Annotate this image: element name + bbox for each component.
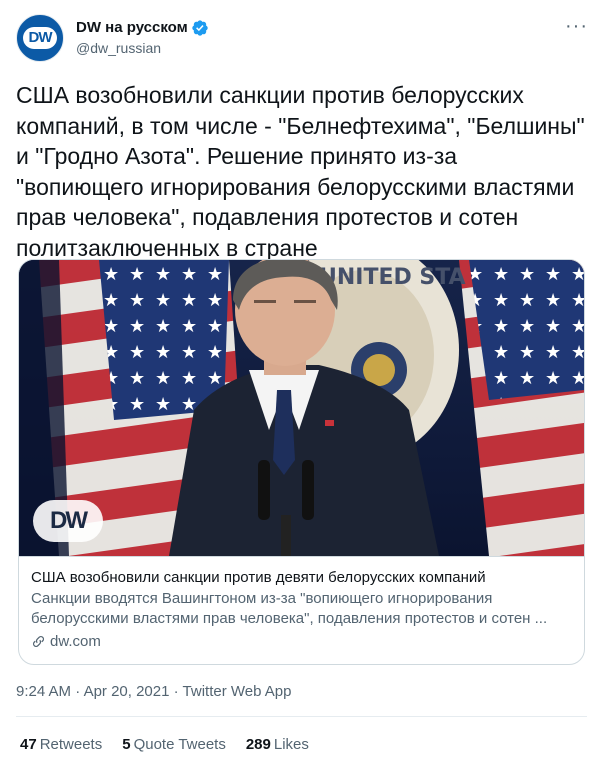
tweet-header: DW DW на русском @dw_russian ···	[16, 14, 587, 62]
retweets-count: 47	[20, 736, 37, 753]
author-display-name-row[interactable]: DW на русском	[76, 18, 209, 38]
link-icon	[33, 636, 44, 647]
svg-text:UNITED STA: UNITED STA	[319, 265, 466, 290]
link-preview-card[interactable]: ★ UNITED STA	[18, 259, 585, 665]
verified-badge-icon	[192, 20, 208, 36]
card-title: США возобновили санкции против девяти бе…	[31, 569, 486, 586]
tweet-text: США возобновили санкции против белорусск…	[16, 82, 592, 261]
divider	[16, 716, 587, 717]
likes-count: 289	[245, 736, 271, 753]
author-handle[interactable]: @dw_russian	[76, 39, 209, 58]
quote-tweets-stat[interactable]: 5 Quote Tweets	[122, 735, 226, 755]
author-display-name[interactable]: DW на русском	[76, 18, 188, 38]
card-domain: dw.com	[50, 633, 101, 650]
tweet-source[interactable]: Twitter Web App	[183, 683, 292, 700]
tweet-time[interactable]: 9:24 AM	[16, 683, 71, 700]
quotes-count: 5	[122, 736, 131, 753]
dw-watermark: DW	[50, 507, 88, 534]
tweet-metadata: 9:24 AM · Apr 20, 2021 · Twitter Web App	[16, 682, 292, 702]
meta-separator: ·	[75, 683, 84, 700]
dw-logo: DW	[23, 27, 57, 49]
card-domain-row: dw.com	[31, 632, 572, 651]
author-names: DW на русском @dw_russian	[76, 18, 209, 58]
tweet-stats: 47 Retweets 5 Quote Tweets 289 Likes	[20, 735, 329, 755]
meta-separator: ·	[173, 683, 183, 700]
likes-stat[interactable]: 289 Likes	[246, 735, 309, 755]
author-avatar[interactable]: DW	[16, 14, 64, 62]
card-description: Санкции вводятся Вашингтоном из-за "вопи…	[31, 590, 548, 627]
quotes-label: Quote Tweets	[133, 736, 226, 753]
tweet-date[interactable]: Apr 20, 2021	[84, 683, 170, 700]
card-body[interactable]: США возобновили санкции против девяти бе…	[19, 556, 584, 664]
retweets-stat[interactable]: 47 Retweets	[20, 735, 102, 755]
card-photo: ★ UNITED STA	[19, 260, 584, 556]
more-options-icon[interactable]: ···	[565, 16, 587, 40]
likes-label: Likes	[273, 736, 309, 753]
retweets-label: Retweets	[39, 736, 103, 753]
card-image[interactable]: ★ UNITED STA	[19, 260, 584, 556]
